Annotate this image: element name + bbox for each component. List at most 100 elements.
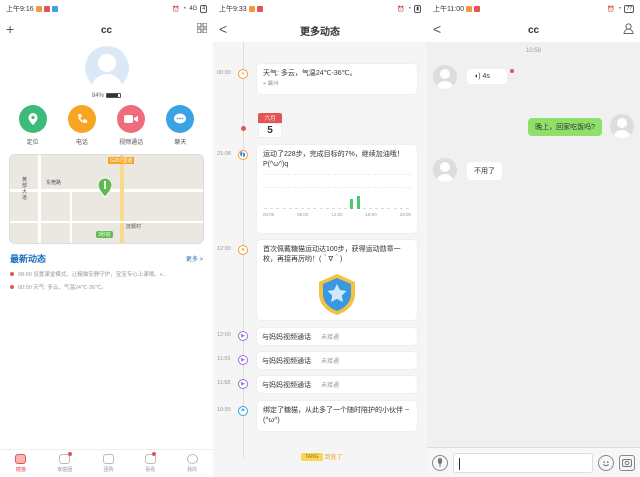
event-time: 10:55 xyxy=(217,407,231,413)
user-icon xyxy=(186,454,198,464)
steps-tick-label: 06:00 xyxy=(297,212,309,217)
flag-icon: ⚑ xyxy=(238,406,248,416)
medal-card[interactable]: 首次佩戴糖猫运动达100步，获得运动勋章一枚，再接再厉哟！(＾∇＾) xyxy=(257,240,417,320)
wifi-icon: ◔ xyxy=(617,6,622,12)
steps-bar xyxy=(405,208,409,209)
video-icon xyxy=(117,105,146,134)
timeline-screen: 上午9:33 ⏰ ◔ ▮ < 更多动态 00:00 ☀ 天气: 多云，气温24℃-3… xyxy=(213,0,427,477)
chat-screen: 上午11:00 ⏰ ◔ 77 < cc 10:59 ◖) 4s 晚上，回家吃饭吗? … xyxy=(427,0,640,477)
video-call-icon: ▶ xyxy=(238,331,248,341)
date-badge: 六月 5 xyxy=(258,113,282,138)
tab-group-buy[interactable]: 团购 xyxy=(103,454,114,473)
alarm-icon: ⏰ xyxy=(397,6,405,13)
unread-dot xyxy=(510,69,514,73)
more-link[interactable]: 更多 > xyxy=(186,254,203,263)
steps-tick-label: 00:00 xyxy=(263,212,275,217)
contact-avatar[interactable] xyxy=(433,65,457,89)
steps-bar xyxy=(399,208,403,209)
steps-card[interactable]: 运动了228步，完成目标的7%，继续加油哦！P(^ω^)q 00:00 06:00… xyxy=(257,145,417,233)
profile-icon[interactable] xyxy=(623,23,634,37)
video-call-icon: ▶ xyxy=(238,355,248,365)
steps-bar xyxy=(313,208,317,209)
tab-me[interactable]: 我的 xyxy=(186,454,198,473)
map-label: 黄部大道 xyxy=(22,177,28,202)
bind-card[interactable]: 绑定了糖猫，从此多了一个随时陪护的小伙伴 ~ (^ω^) xyxy=(257,401,417,431)
news-item[interactable]: 00:00 天气: 多云，气温24℃-36℃。 xyxy=(0,283,213,291)
message-bubble[interactable]: 不用了 xyxy=(467,162,502,180)
end-of-list: TANG 到底了 xyxy=(301,452,343,461)
battery-icon: ▮ xyxy=(414,5,421,13)
steps-bar xyxy=(350,199,354,209)
steps-bar xyxy=(307,208,311,209)
my-avatar[interactable] xyxy=(610,114,634,138)
chat-button[interactable]: 聊天 xyxy=(162,105,198,146)
incoming-message: 不用了 xyxy=(433,158,502,182)
steps-bar xyxy=(368,208,372,209)
call-card[interactable]: 与妈妈视频通话 未接通 xyxy=(257,352,417,369)
tab-tangmao[interactable]: 糖猫 xyxy=(15,454,27,473)
location-age-badge: 3秒前 xyxy=(96,231,113,239)
wifi-icon: ◔ xyxy=(407,6,412,12)
tab-family[interactable]: 家庭圈 xyxy=(57,452,73,473)
message-bubble[interactable]: 晚上，回家吃饭吗? xyxy=(528,118,602,136)
page-title: 更多动态 xyxy=(300,26,340,38)
event-time: 21:08 xyxy=(217,151,231,157)
call-card[interactable]: 与妈妈视频通话 未接通 xyxy=(257,376,417,393)
steps-bar xyxy=(381,208,385,209)
outgoing-message: 晚上，回家吃饭吗? xyxy=(528,114,634,138)
signal-icon: 4G xyxy=(189,6,198,12)
bag-icon xyxy=(103,454,114,464)
weather-icon: ☀ xyxy=(238,69,248,79)
video-call-button[interactable]: 视频通话 xyxy=(113,105,149,146)
page-title: cc xyxy=(100,24,113,36)
voice-bubble[interactable]: ◖) 4s xyxy=(467,69,507,84)
news-item[interactable]: 08:00 设置课堂模式，让糖猫安静守护，宝宝专心上课哦。v... xyxy=(0,270,213,278)
status-time: 上午9:33 xyxy=(219,6,247,13)
emoji-icon[interactable] xyxy=(598,454,614,471)
chat-input-bar xyxy=(427,447,640,477)
news-header: 最新动态 更多 > xyxy=(0,252,213,265)
steps-bar xyxy=(387,208,391,209)
phone-button[interactable]: 电话 xyxy=(64,105,100,146)
grid-icon[interactable] xyxy=(196,22,208,36)
back-button[interactable]: < xyxy=(219,21,227,37)
steps-tick-label: 12:00 xyxy=(331,212,343,217)
bottom-tab-bar: 糖猫 家庭圈 团购 看看 我的 xyxy=(0,449,213,477)
status-bar: 上午9:16 ⏰ ◔ 4G 4 xyxy=(0,0,213,18)
locate-button[interactable]: 定位 xyxy=(15,105,51,146)
cat-icon xyxy=(15,454,27,464)
wifi-icon: ◔ xyxy=(182,6,187,12)
chat-timestamp: 10:59 xyxy=(525,48,541,54)
weather-card[interactable]: 天气: 多云，气温24℃-36℃。 ⌖ 襄州 xyxy=(257,64,417,94)
notif-icon xyxy=(51,6,58,12)
call-card[interactable]: 与妈妈视频通话 未接通 xyxy=(257,328,417,345)
status-time: 上午9:16 xyxy=(6,6,34,13)
event-time: 12:00 xyxy=(217,332,231,338)
video-call-icon: ▶ xyxy=(238,379,248,389)
action-row: 定位 电话 视频通话 聊天 xyxy=(0,105,213,146)
notif-icon xyxy=(35,6,42,12)
phone-icon xyxy=(67,105,96,134)
tab-look[interactable]: 看看 xyxy=(144,452,156,473)
avatar[interactable] xyxy=(84,46,129,90)
steps-bar xyxy=(288,208,292,209)
map-view[interactable]: 东莞路 黄部大道 G207国道 抚顺村 3秒前 xyxy=(9,154,204,245)
event-time: 00:00 xyxy=(217,70,231,76)
steps-bar xyxy=(331,208,335,209)
microphone-icon[interactable] xyxy=(432,454,448,471)
steps-tick-label: 23:00 xyxy=(399,212,411,217)
event-time: 11:59 xyxy=(217,356,231,362)
message-input[interactable] xyxy=(453,452,593,473)
camera-icon[interactable] xyxy=(619,454,635,471)
back-button[interactable]: < xyxy=(433,21,441,37)
battery-level: 84% xyxy=(0,93,213,99)
contact-avatar[interactable] xyxy=(433,158,457,182)
add-icon[interactable]: + xyxy=(6,21,14,37)
battery-icon: 4 xyxy=(200,5,207,13)
steps-bar xyxy=(325,208,329,209)
header: + cc xyxy=(0,18,213,42)
steps-bar xyxy=(375,208,378,209)
steps-bar xyxy=(393,208,397,209)
tangmao-logo: TANG xyxy=(301,452,323,461)
steps-bar xyxy=(344,208,348,209)
